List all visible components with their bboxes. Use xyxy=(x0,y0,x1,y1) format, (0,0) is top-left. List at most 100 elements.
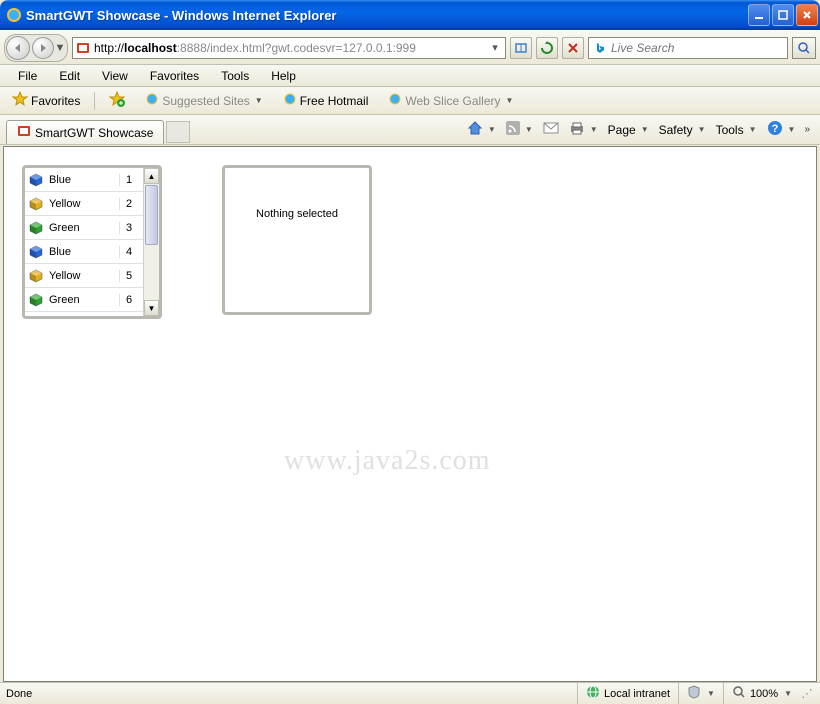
mail-icon xyxy=(543,121,559,138)
row-name: Blue xyxy=(47,246,119,258)
status-text: Done xyxy=(6,688,52,700)
page-favicon xyxy=(75,40,91,56)
menu-file[interactable]: File xyxy=(8,67,47,85)
url-text: http://localhost:8888/index.html?gwt.cod… xyxy=(94,41,487,55)
tab-bar: SmartGWT Showcase ▼ ▼ ▼ Page ▼ Safety ▼ … xyxy=(0,115,820,145)
list-row[interactable]: Green3 xyxy=(25,216,143,240)
row-name: Yellow xyxy=(47,198,119,210)
free-hotmail-link[interactable]: Free Hotmail xyxy=(277,90,375,111)
web-slice-link[interactable]: Web Slice Gallery ▼ xyxy=(382,90,519,111)
refresh-button[interactable] xyxy=(536,37,558,59)
shield-icon xyxy=(687,685,701,702)
back-button[interactable] xyxy=(6,36,30,60)
address-toolbar: ▼ http://localhost:8888/index.html?gwt.c… xyxy=(0,30,820,65)
help-button[interactable]: ? ▼ xyxy=(762,118,801,141)
close-button[interactable] xyxy=(796,4,818,26)
tab-page[interactable]: SmartGWT Showcase xyxy=(6,120,164,144)
menu-edit[interactable]: Edit xyxy=(49,67,90,85)
resize-grip[interactable]: ⋰ xyxy=(800,687,814,700)
cube-icon xyxy=(25,269,47,283)
chevron-down-icon: ▼ xyxy=(749,125,757,134)
list-row[interactable]: Yellow2 xyxy=(25,192,143,216)
menu-view[interactable]: View xyxy=(92,67,138,85)
detail-panel: Nothing selected xyxy=(222,165,372,315)
cube-icon xyxy=(25,245,47,259)
safety-menu[interactable]: Safety ▼ xyxy=(654,121,711,139)
favorites-button[interactable]: Favorites xyxy=(6,89,86,112)
tab-favicon xyxy=(17,124,31,141)
menu-favorites[interactable]: Favorites xyxy=(140,67,209,85)
zoom-control[interactable]: 100% ▼ xyxy=(723,683,800,704)
list-row[interactable]: Blue4 xyxy=(25,240,143,264)
safety-menu-label: Safety xyxy=(659,123,693,137)
chevron-down-icon: ▼ xyxy=(641,125,649,134)
nav-buttons: ▼ xyxy=(4,34,68,62)
cube-icon xyxy=(25,173,47,187)
favorites-label: Favorites xyxy=(31,94,80,108)
list-row[interactable]: Green6 xyxy=(25,288,143,312)
compat-view-button[interactable] xyxy=(510,37,532,59)
ie-small-icon xyxy=(283,92,297,109)
menu-tools[interactable]: Tools xyxy=(211,67,259,85)
page-menu[interactable]: Page ▼ xyxy=(603,121,654,139)
tab-title: SmartGWT Showcase xyxy=(35,126,153,140)
protected-mode[interactable]: ▼ xyxy=(678,683,723,704)
scroll-up-button[interactable]: ▲ xyxy=(144,168,159,184)
chevron-down-icon: ▼ xyxy=(506,96,514,105)
zoom-value: 100% xyxy=(750,688,778,700)
stop-button[interactable] xyxy=(562,37,584,59)
chevron-down-icon: ▼ xyxy=(525,125,533,134)
suggested-sites-label: Suggested Sites xyxy=(162,94,249,108)
url-field[interactable]: http://localhost:8888/index.html?gwt.cod… xyxy=(72,37,506,59)
print-icon xyxy=(569,121,585,138)
url-host: localhost xyxy=(124,41,177,55)
globe-icon xyxy=(586,685,600,702)
vertical-scrollbar[interactable]: ▲ ▼ xyxy=(143,168,159,316)
scroll-thumb[interactable] xyxy=(145,185,158,245)
add-favorite-button[interactable] xyxy=(103,89,131,112)
url-scheme: http:// xyxy=(94,41,124,55)
maximize-button[interactable] xyxy=(772,4,794,26)
search-input[interactable] xyxy=(611,41,783,55)
color-list-grid: Blue1Yellow2Green3Blue4Yellow5Green6 ▲ ▼ xyxy=(22,165,162,319)
star-add-icon xyxy=(109,91,125,110)
nav-history-dropdown[interactable]: ▼ xyxy=(54,42,66,54)
tools-menu[interactable]: Tools ▼ xyxy=(711,121,762,139)
zoom-icon xyxy=(732,685,746,702)
zone-label: Local intranet xyxy=(604,688,670,700)
row-name: Blue xyxy=(47,174,119,186)
favorites-bar: Favorites Suggested Sites ▼ Free Hotmail… xyxy=(0,87,820,115)
suggested-sites-link[interactable]: Suggested Sites ▼ xyxy=(139,90,268,111)
menubar: File Edit View Favorites Tools Help xyxy=(0,65,820,87)
home-button[interactable]: ▼ xyxy=(462,118,501,141)
list-body: Blue1Yellow2Green3Blue4Yellow5Green6 xyxy=(25,168,143,316)
new-tab-button[interactable] xyxy=(166,121,190,143)
minimize-button[interactable] xyxy=(748,4,770,26)
print-button[interactable]: ▼ xyxy=(564,119,603,140)
list-row[interactable]: Yellow5 xyxy=(25,264,143,288)
scroll-down-button[interactable]: ▼ xyxy=(144,300,159,316)
row-number: 1 xyxy=(119,174,143,186)
url-dropdown[interactable]: ▾ xyxy=(487,41,503,54)
rss-icon xyxy=(506,121,520,138)
forward-button[interactable] xyxy=(32,37,54,59)
row-name: Green xyxy=(47,294,119,306)
row-number: 2 xyxy=(119,198,143,210)
star-icon xyxy=(12,91,28,110)
feeds-button[interactable]: ▼ xyxy=(501,119,538,140)
search-field[interactable] xyxy=(588,37,788,59)
row-number: 4 xyxy=(119,246,143,258)
row-name: Yellow xyxy=(47,270,119,282)
mail-button[interactable] xyxy=(538,119,564,140)
menu-help[interactable]: Help xyxy=(261,67,306,85)
ie-icon xyxy=(6,7,22,23)
toolbar-overflow[interactable]: » xyxy=(800,124,814,135)
search-button[interactable] xyxy=(792,37,816,59)
titlebar: SmartGWT Showcase - Windows Internet Exp… xyxy=(0,0,820,30)
hotmail-label: Free Hotmail xyxy=(300,94,369,108)
security-zone[interactable]: Local intranet xyxy=(577,683,678,704)
url-path: :8888/index.html?gwt.codesvr=127.0.0.1:9… xyxy=(177,41,416,55)
list-row[interactable]: Blue1 xyxy=(25,168,143,192)
chevron-down-icon: ▼ xyxy=(488,125,496,134)
row-name: Green xyxy=(47,222,119,234)
